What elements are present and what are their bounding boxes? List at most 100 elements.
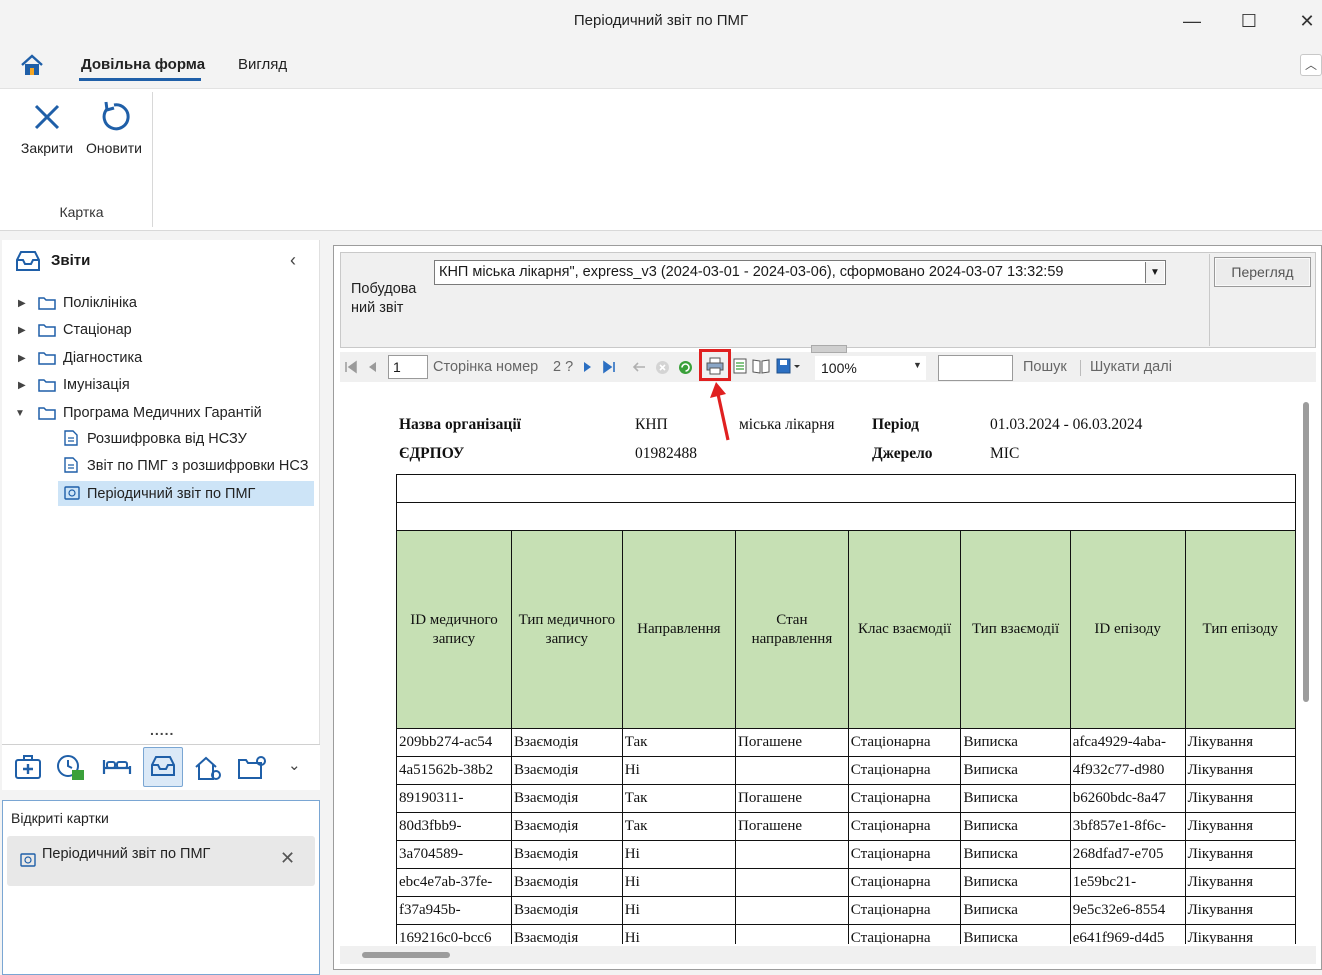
folder-icon	[38, 407, 56, 420]
horizontal-scrollbar[interactable]	[340, 946, 1316, 964]
table-cell: Стаціонарна	[847, 840, 962, 869]
folder-gear-icon	[238, 756, 266, 779]
tree-item-polyclinic[interactable]: Поліклініка	[63, 295, 137, 321]
tree-item-hospital[interactable]: Стаціонар	[63, 322, 132, 348]
page-total: 2 ?	[553, 359, 574, 375]
next-page-icon[interactable]	[580, 360, 594, 374]
module-folder-settings-button[interactable]	[232, 747, 272, 787]
report-select[interactable]: КНП міська лікарня", express_v3 (2024-03…	[434, 260, 1166, 285]
refresh-button[interactable]: Оновити	[81, 100, 147, 170]
table-row: 209bb274-ac54 Взаємодія Так Погашене Стаціон…	[396, 728, 1296, 757]
table-cell: Лікування	[1184, 784, 1296, 813]
close-window-button[interactable]: ✕	[1293, 8, 1321, 36]
table-cell: 80d3fbb9-	[396, 812, 512, 841]
table-cell: 209bb274-ac54	[396, 728, 512, 757]
tree-item-immunization[interactable]: Імунізація	[63, 377, 130, 403]
page-number-input[interactable]: 1	[388, 355, 428, 379]
report-table-viewport: ID медичного запису Тип медичного запису…	[340, 474, 1296, 944]
module-home-settings-button[interactable]	[188, 747, 228, 787]
search-button[interactable]: Пошук	[1023, 359, 1067, 375]
tab-freeform[interactable]: Довільна форма	[79, 56, 207, 73]
table-row: 80d3fbb9- Взаємодія Так Погашене Стаціонарна…	[396, 812, 1296, 841]
column-header: Тип епізоду	[1184, 530, 1296, 729]
expand-arrow-icon[interactable]: ▶	[18, 326, 28, 336]
expand-arrow-icon[interactable]: ▶	[18, 381, 28, 391]
close-icon[interactable]: ✕	[280, 848, 295, 869]
period-label: Період	[872, 416, 920, 433]
report-table: ID медичного запису Тип медичного запису…	[396, 474, 1296, 944]
table-row: 169216c0-bcc6 Взаємодія Ні Стаціонарна Випис…	[396, 924, 1296, 944]
print-highlight-box	[699, 349, 731, 381]
medical-kit-icon	[15, 755, 41, 779]
table-cell: Погашене	[734, 784, 849, 813]
previous-page-icon[interactable]	[366, 360, 380, 374]
home-icon[interactable]	[20, 54, 44, 76]
table-cell: Лікування	[1184, 896, 1296, 925]
table-cell: Виписка	[960, 812, 1071, 841]
export-icon[interactable]	[776, 358, 800, 374]
table-cell: f37a945b-	[396, 896, 512, 925]
table-cell: Виписка	[960, 784, 1071, 813]
collapse-nav-icon[interactable]: ‹	[290, 250, 296, 271]
table-cell: Лікування	[1184, 924, 1296, 944]
maximize-button[interactable]: ☐	[1235, 8, 1263, 36]
tree-item-diagnostics[interactable]: Діагностика	[63, 350, 142, 376]
tree-item-periodic-pmg[interactable]: Періодичний звіт по ПМГ	[87, 486, 255, 512]
horizontal-scroll-thumb[interactable]	[362, 952, 450, 958]
refresh-report-icon[interactable]	[678, 360, 693, 375]
table-cell: Так	[621, 784, 736, 813]
collapse-arrow-icon[interactable]: ▼	[15, 409, 25, 419]
table-cell: Ні	[621, 840, 736, 869]
table-cell: afca4929-4aba-	[1069, 728, 1186, 757]
tab-view[interactable]: Вигляд	[236, 56, 289, 73]
home-gear-icon	[195, 756, 221, 780]
folder-icon	[38, 324, 56, 337]
tree-item-pmg[interactable]: Програма Медичних Гарантій	[63, 405, 262, 431]
column-header: ID медичного запису	[396, 530, 512, 729]
table-cell: 4f932c77-d980	[1069, 756, 1186, 785]
view-button[interactable]: Перегляд	[1214, 257, 1311, 287]
module-reports-button[interactable]	[143, 747, 183, 787]
stop-icon[interactable]	[655, 360, 670, 375]
table-cell: b6260bdc-8a47	[1069, 784, 1186, 813]
table-cell: 268dfad7-e705	[1069, 840, 1186, 869]
chevron-down-icon[interactable]: ⌄	[288, 756, 301, 774]
table-cell: Виписка	[960, 924, 1071, 944]
table-cell: Взаємодія	[510, 812, 623, 841]
module-medical-button[interactable]	[8, 747, 48, 787]
last-page-icon[interactable]	[602, 360, 616, 374]
module-hospital-bed-button[interactable]	[97, 747, 137, 787]
expand-arrow-icon[interactable]: ▶	[18, 299, 28, 309]
table-blank-row	[396, 474, 1296, 503]
table-cell: 1e59bc21-	[1069, 868, 1186, 897]
expand-arrow-icon[interactable]: ▶	[18, 354, 28, 364]
search-input[interactable]	[938, 355, 1013, 381]
panel-splitter[interactable]: .....	[150, 722, 174, 738]
ribbon-body	[0, 88, 1322, 231]
page-setup-icon[interactable]	[732, 358, 748, 374]
back-arrow-icon[interactable]	[632, 361, 646, 373]
vertical-scroll-thumb[interactable]	[1303, 402, 1309, 702]
table-cell: Ні	[621, 896, 736, 925]
edrpou-value: 01982488	[635, 445, 697, 462]
table-cell: Так	[621, 812, 736, 841]
dropdown-arrow-icon[interactable]: ▼	[1145, 262, 1164, 283]
find-next-button[interactable]: Шукати далі	[1090, 359, 1172, 375]
table-cell	[734, 924, 849, 944]
table-cell: Виписка	[960, 840, 1071, 869]
dropdown-arrow-icon[interactable]: ▼	[913, 360, 922, 370]
first-page-icon[interactable]	[344, 360, 358, 374]
table-cell: Лікування	[1184, 728, 1296, 757]
minimize-button[interactable]: —	[1178, 8, 1206, 36]
collapse-ribbon-button[interactable]: ︿	[1300, 54, 1322, 76]
toolbar-collapse-handle[interactable]	[811, 345, 847, 353]
module-schedule-button[interactable]	[51, 747, 91, 787]
page-layout-icon[interactable]	[752, 358, 770, 374]
table-cell: Так	[621, 728, 736, 757]
zoom-select[interactable]: 100%	[815, 356, 926, 380]
tree-item-nszu-decode[interactable]: Розшифровка від НСЗУ	[87, 431, 247, 457]
close-button[interactable]: Закрити	[14, 100, 80, 170]
table-cell: Ні	[621, 756, 736, 785]
table-cell: Погашене	[734, 728, 849, 757]
table-cell: 3a704589-	[396, 840, 512, 869]
